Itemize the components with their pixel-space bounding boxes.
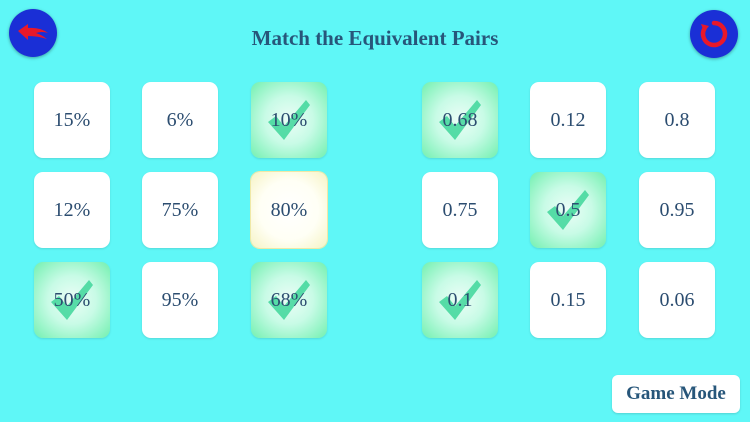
decimal-tile-label: 0.95 xyxy=(659,198,695,221)
decimal-tile[interactable]: 0.15 xyxy=(530,262,606,338)
percent-tile-label: 68% xyxy=(270,288,308,311)
decimal-tile[interactable]: 0.1 xyxy=(422,262,498,338)
decimal-tile-label: 0.15 xyxy=(550,288,586,311)
percent-tile[interactable]: 6% xyxy=(142,82,218,158)
percent-tile[interactable]: 50% xyxy=(34,262,110,338)
decimal-tile[interactable]: 0.06 xyxy=(639,262,715,338)
percent-tile[interactable]: 15% xyxy=(34,82,110,158)
game-mode-button[interactable]: Game Mode xyxy=(612,375,740,413)
percent-tile-label: 10% xyxy=(270,108,308,131)
back-button[interactable] xyxy=(9,9,57,57)
percent-tile-label: 50% xyxy=(53,288,91,311)
percent-tile-label: 95% xyxy=(161,288,199,311)
percent-tile[interactable]: 10% xyxy=(251,82,327,158)
percent-tile-label: 80% xyxy=(270,198,308,221)
percent-tile-label: 15% xyxy=(53,108,91,131)
percent-tile-label: 6% xyxy=(166,108,194,131)
decimal-tile-label: 0.8 xyxy=(664,108,690,131)
decimal-tile[interactable]: 0.12 xyxy=(530,82,606,158)
decimal-tile-label: 0.5 xyxy=(555,198,581,221)
percent-tile-label: 75% xyxy=(161,198,199,221)
decimal-tile[interactable]: 0.95 xyxy=(639,172,715,248)
decimal-tile[interactable]: 0.5 xyxy=(530,172,606,248)
percent-tile[interactable]: 80% xyxy=(251,172,327,248)
percent-tile[interactable]: 75% xyxy=(142,172,218,248)
decimal-tile[interactable]: 0.75 xyxy=(422,172,498,248)
restart-button[interactable] xyxy=(690,10,738,58)
decimal-tile-label: 0.1 xyxy=(447,288,473,311)
page-title: Match the Equivalent Pairs xyxy=(251,26,499,50)
decimal-tile[interactable]: 0.68 xyxy=(422,82,498,158)
decimal-tile[interactable]: 0.8 xyxy=(639,82,715,158)
decimal-tile-label: 0.12 xyxy=(550,108,586,131)
percent-tile-label: 12% xyxy=(53,198,91,221)
percent-tile[interactable]: 12% xyxy=(34,172,110,248)
percent-tile[interactable]: 95% xyxy=(142,262,218,338)
decimal-tile-label: 0.68 xyxy=(442,108,478,131)
restart-icon xyxy=(700,20,728,48)
percent-tile[interactable]: 68% xyxy=(251,262,327,338)
decimal-tile-label: 0.06 xyxy=(659,288,695,311)
decimal-tile-label: 0.75 xyxy=(442,198,478,221)
back-arrow-icon xyxy=(18,24,48,40)
